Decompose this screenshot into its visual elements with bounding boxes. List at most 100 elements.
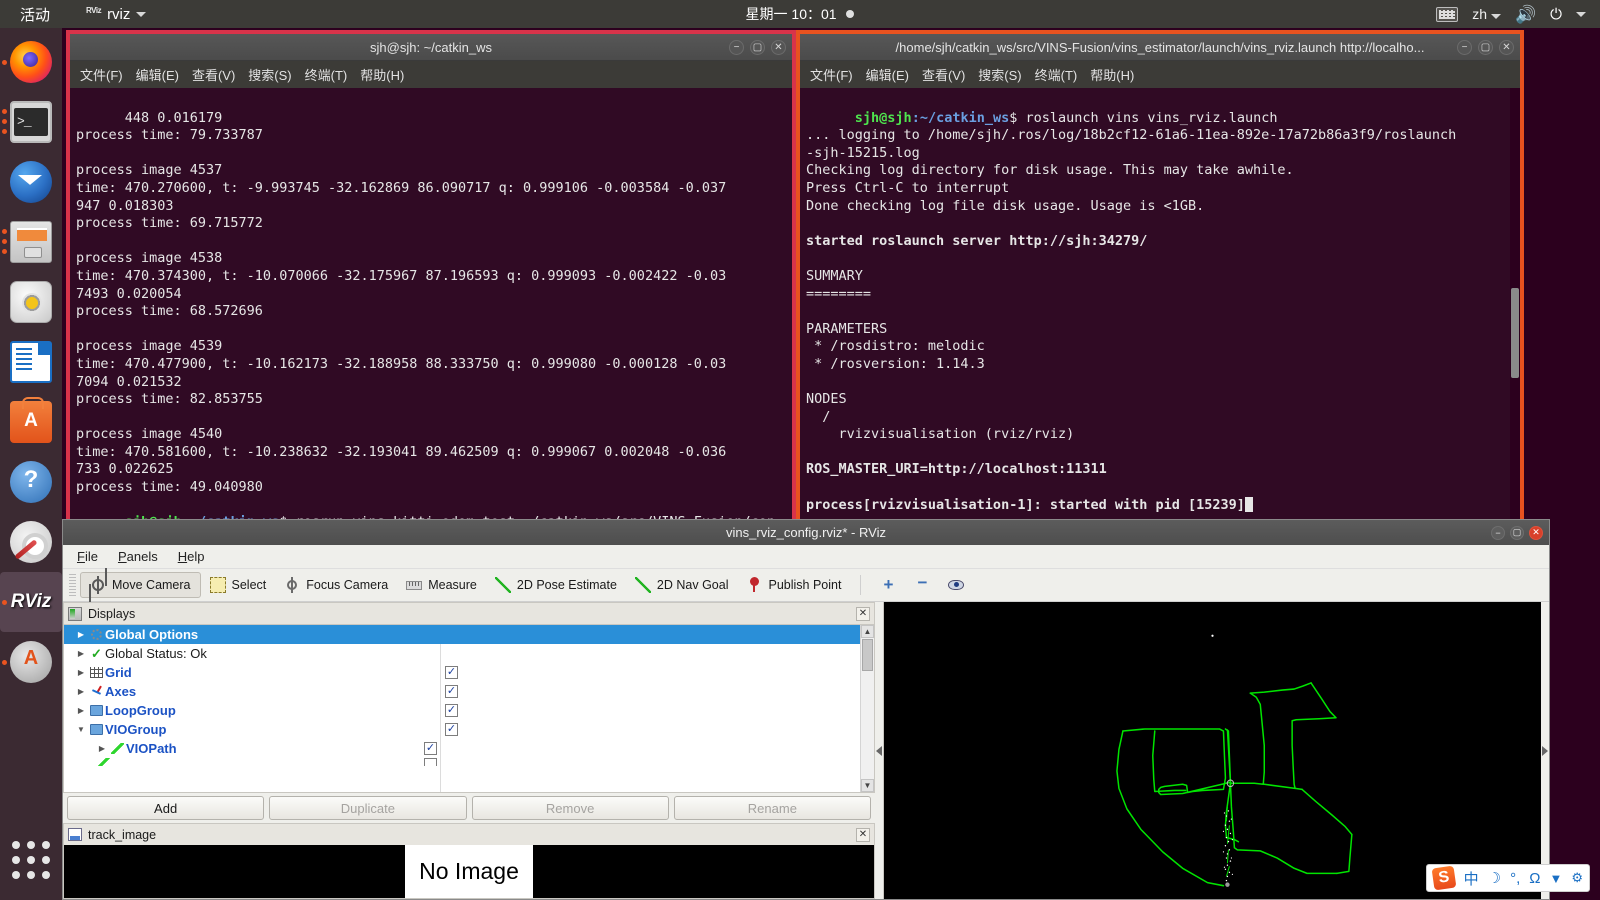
tree-row-global-status[interactable]: ▶ ✓ Global Status: Ok <box>64 644 874 663</box>
duplicate-button[interactable]: Duplicate <box>269 796 467 820</box>
close-icon[interactable]: ✕ <box>856 827 870 842</box>
minimize-button[interactable]: − <box>729 40 744 55</box>
chevron-down-icon[interactable] <box>1576 11 1586 17</box>
terminal-window-left[interactable]: sjh@sjh: ~/catkin_ws − ▢ ✕ 文件(F) 编辑(E) 查… <box>66 30 796 524</box>
menu-help[interactable]: Help <box>178 549 205 564</box>
menu-file[interactable]: 文件(F) <box>80 65 123 84</box>
menu-file[interactable]: File <box>77 549 98 564</box>
collapse-arrow-icon[interactable]: ▼ <box>74 725 88 734</box>
dock-item-firefox[interactable] <box>0 32 62 92</box>
tool-select[interactable]: Select <box>201 573 276 597</box>
scroll-down-arrow-icon[interactable]: ▼ <box>861 779 874 792</box>
expand-arrow-icon[interactable]: ▶ <box>74 687 88 696</box>
maximize-button[interactable]: ▢ <box>1510 525 1524 540</box>
tree-row-global-options[interactable]: ▶ Global Options <box>64 625 874 644</box>
clock[interactable]: 星期一 10：01 <box>0 4 1600 24</box>
app-menu[interactable]: RViz rviz <box>86 6 147 23</box>
tree-row-viogroup[interactable]: ▼ VIOGroup ✓ <box>64 720 874 739</box>
dock-splitter-right[interactable] <box>1541 602 1549 899</box>
menu-search[interactable]: 搜索(S) <box>978 65 1021 84</box>
terminal-scrollbar-right[interactable] <box>1510 88 1520 520</box>
menu-help[interactable]: 帮助(H) <box>360 65 404 84</box>
rviz-titlebar[interactable]: vins_rviz_config.rviz* - RViz − ▢ ✕ <box>63 520 1549 545</box>
menu-terminal[interactable]: 终端(T) <box>1035 65 1078 84</box>
dock-item-writer[interactable] <box>0 332 62 392</box>
menu-file[interactable]: 文件(F) <box>810 65 853 84</box>
volume-icon[interactable]: 🔊 <box>1515 6 1536 23</box>
dock-item-software-updater[interactable] <box>0 632 62 692</box>
tree-row-viopath[interactable]: ▶ VIOPath ✓ <box>64 739 874 758</box>
menu-help[interactable]: 帮助(H) <box>1090 65 1134 84</box>
terminal-output-right[interactable]: sjh@sjh:~/catkin_ws$ roslaunch vins vins… <box>800 88 1520 520</box>
dock-item-settings[interactable] <box>0 512 62 572</box>
expand-arrow-icon[interactable]: ▶ <box>95 744 109 753</box>
keyboard-icon[interactable] <box>1436 6 1459 22</box>
ime-skin-icon[interactable]: ▼ <box>1549 871 1562 886</box>
language-indicator[interactable]: zh <box>1472 6 1501 22</box>
show-applications-button[interactable] <box>0 830 62 890</box>
tool-focus-camera[interactable]: Focus Camera <box>275 573 397 597</box>
tree-row-partial[interactable] <box>64 758 874 766</box>
displays-scrollbar[interactable]: ▲ ▼ <box>860 625 874 792</box>
expand-arrow-icon[interactable]: ▶ <box>74 668 88 677</box>
menu-edit[interactable]: 编辑(E) <box>136 65 179 84</box>
viogroup-checkbox[interactable]: ✓ <box>445 723 458 736</box>
sogou-pinyin-icon[interactable]: S <box>1431 865 1457 891</box>
partial-checkbox[interactable] <box>424 758 437 766</box>
ime-tray[interactable]: S 中 ☽ °, Ω ▼ ⚙ <box>1425 864 1590 892</box>
tool-2d-pose-estimate[interactable]: 2D Pose Estimate <box>486 573 626 597</box>
terminal-titlebar-right[interactable]: /home/sjh/catkin_ws/src/VINS-Fusion/vins… <box>800 34 1520 61</box>
expand-arrow-icon[interactable]: ▶ <box>74 630 88 639</box>
ime-moon-icon[interactable]: ☽ <box>1488 869 1501 887</box>
rename-button[interactable]: Rename <box>673 796 871 820</box>
close-icon[interactable]: ✕ <box>856 606 870 621</box>
add-button[interactable]: Add <box>67 796 265 820</box>
visibility-button[interactable] <box>939 573 973 597</box>
terminal-output-left[interactable]: 448 0.016179 process time: 79.733787 pro… <box>70 88 792 520</box>
activities-button[interactable]: 活动 <box>20 4 50 25</box>
ime-settings-icon[interactable]: ⚙ <box>1571 870 1583 886</box>
remove-tool-button[interactable]: − <box>905 573 939 597</box>
menu-view[interactable]: 查看(V) <box>922 65 965 84</box>
maximize-button[interactable]: ▢ <box>1478 40 1493 55</box>
dock-splitter-left[interactable] <box>875 602 883 899</box>
menu-search[interactable]: 搜索(S) <box>248 65 291 84</box>
dock-item-help[interactable] <box>0 452 62 512</box>
image-view[interactable]: No Image <box>63 845 875 899</box>
expand-arrow-icon[interactable]: ▶ <box>74 649 88 658</box>
power-icon[interactable]: ⏻ <box>1550 7 1562 22</box>
terminal-titlebar-left[interactable]: sjh@sjh: ~/catkin_ws − ▢ ✕ <box>70 34 792 61</box>
remove-button[interactable]: Remove <box>471 796 669 820</box>
ime-mode-chinese-icon[interactable]: 中 <box>1464 868 1479 889</box>
terminal-window-right[interactable]: /home/sjh/catkin_ws/src/VINS-Fusion/vins… <box>796 30 1524 524</box>
scroll-up-arrow-icon[interactable]: ▲ <box>861 625 874 638</box>
dock-item-thunderbird[interactable] <box>0 152 62 212</box>
dock-item-terminal[interactable]: >_ <box>0 92 62 152</box>
expand-arrow-icon[interactable]: ▶ <box>74 706 88 715</box>
add-tool-button[interactable]: + <box>871 573 905 597</box>
grid-checkbox[interactable]: ✓ <box>445 666 458 679</box>
tree-row-loopgroup[interactable]: ▶ LoopGroup ✓ <box>64 701 874 720</box>
toolbar-grip[interactable] <box>69 574 76 596</box>
tool-move-camera[interactable]: Move Camera <box>80 572 201 598</box>
rviz-window[interactable]: vins_rviz_config.rviz* - RViz − ▢ ✕ File… <box>62 519 1550 900</box>
tool-2d-nav-goal[interactable]: 2D Nav Goal <box>626 573 738 597</box>
menu-terminal[interactable]: 终端(T) <box>305 65 348 84</box>
displays-tree[interactable]: ▶ Global Options ▶ ✓ Global Status: Ok ▶… <box>63 624 875 793</box>
close-button[interactable]: ✕ <box>771 40 786 55</box>
ime-symbol-icon[interactable]: Ω <box>1529 870 1540 887</box>
dock-item-files[interactable] <box>0 212 62 272</box>
maximize-button[interactable]: ▢ <box>750 40 765 55</box>
menu-edit[interactable]: 编辑(E) <box>866 65 909 84</box>
tool-measure[interactable]: Measure <box>397 573 486 597</box>
dock-item-software[interactable] <box>0 392 62 452</box>
dock-item-rviz[interactable]: RViz <box>0 572 62 632</box>
collapse-left-arrow-icon[interactable] <box>876 745 882 756</box>
axes-checkbox[interactable]: ✓ <box>445 685 458 698</box>
collapse-right-arrow-icon[interactable] <box>1542 745 1548 756</box>
dock-item-rhythmbox[interactable] <box>0 272 62 332</box>
3d-view[interactable] <box>883 602 1541 899</box>
scrollbar-thumb[interactable] <box>862 639 873 671</box>
minimize-button[interactable]: − <box>1457 40 1472 55</box>
minimize-button[interactable]: − <box>1491 525 1505 540</box>
